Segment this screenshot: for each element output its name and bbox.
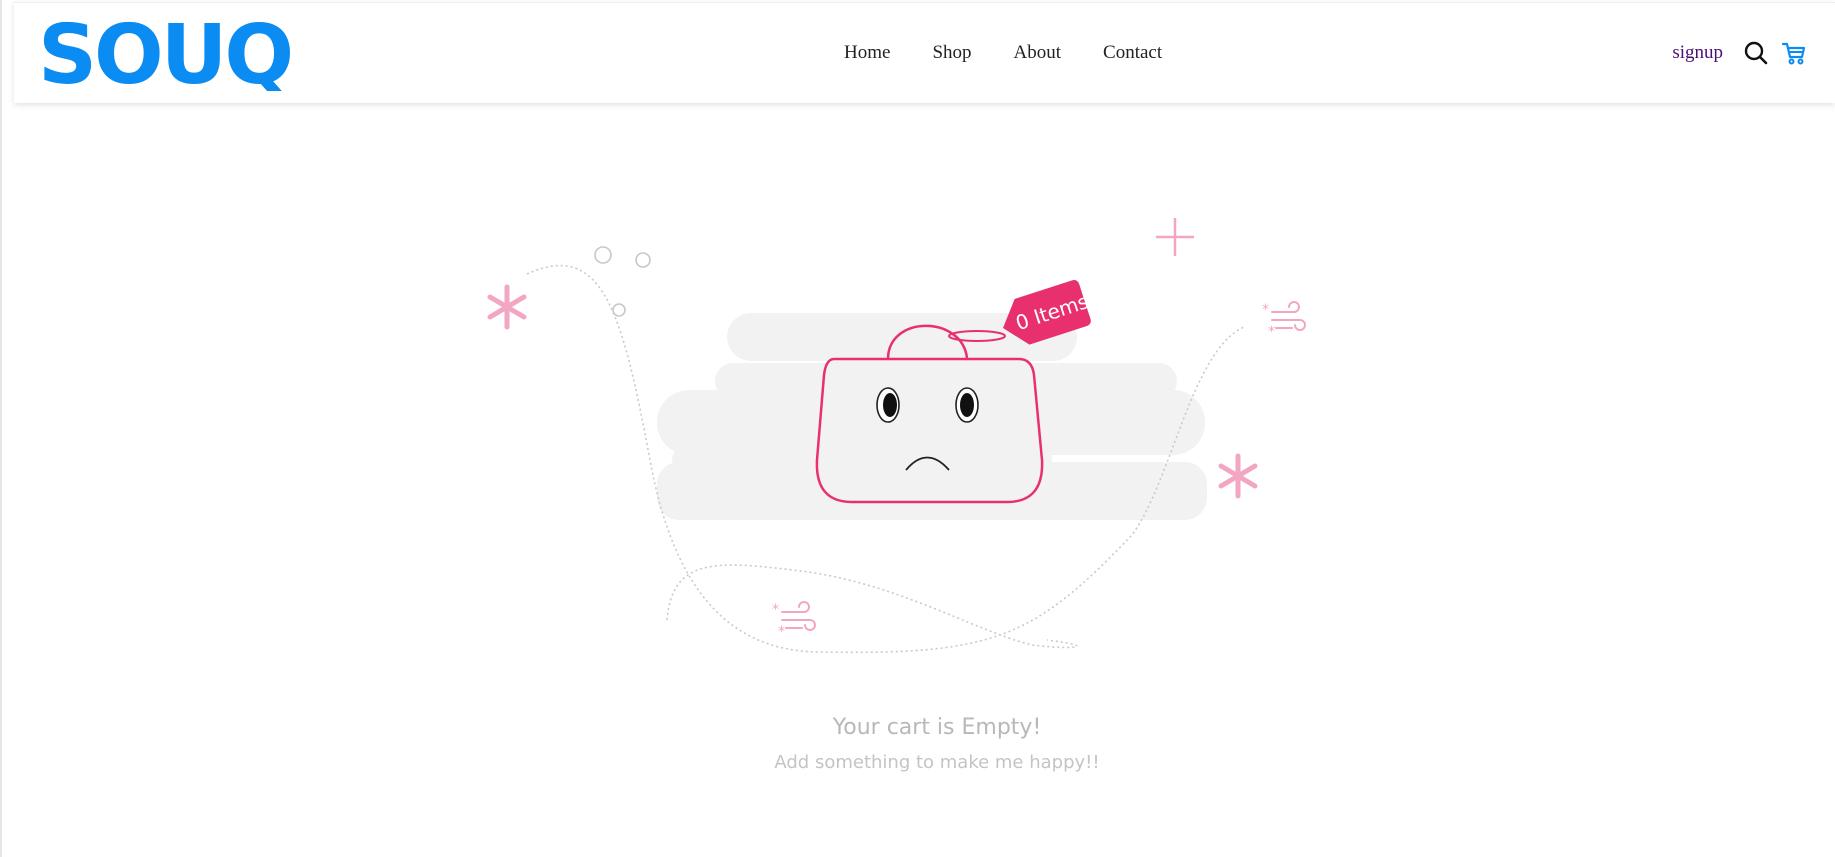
souq-logo-icon: SOUQ [38,19,294,91]
page: SOUQ Home Shop About Contact signup * * … [0,0,1835,857]
nav-about[interactable]: About [1014,42,1062,64]
top-navbar: SOUQ Home Shop About Contact signup [14,2,1835,103]
empty-cart-illustration: * * * * 0 Items [472,200,1332,670]
empty-cart-title: Your cart is Empty! [832,715,1042,740]
empty-cart-message: Your cart is Empty! Add something to mak… [2,715,1835,773]
header-tools: signup [1672,3,1807,103]
svg-text:*: * [772,602,779,618]
svg-text:SOUQ: SOUQ [38,19,291,91]
cart-icon[interactable] [1781,40,1807,66]
nav-shop[interactable]: Shop [932,42,971,64]
search-icon[interactable] [1743,40,1769,66]
main-nav: Home Shop About Contact [844,3,1204,103]
signup-link[interactable]: signup [1672,42,1723,64]
empty-cart-subtitle: Add something to make me happy!! [774,752,1100,773]
nav-home[interactable]: Home [844,42,890,64]
bubble-decor [594,246,651,317]
svg-text:*: * [1262,302,1269,318]
nav-contact[interactable]: Contact [1103,42,1162,64]
plus-decor [1156,218,1194,256]
svg-text:*: * [1268,324,1275,340]
svg-text:*: * [778,624,785,640]
brand-logo[interactable]: SOUQ [38,19,308,91]
